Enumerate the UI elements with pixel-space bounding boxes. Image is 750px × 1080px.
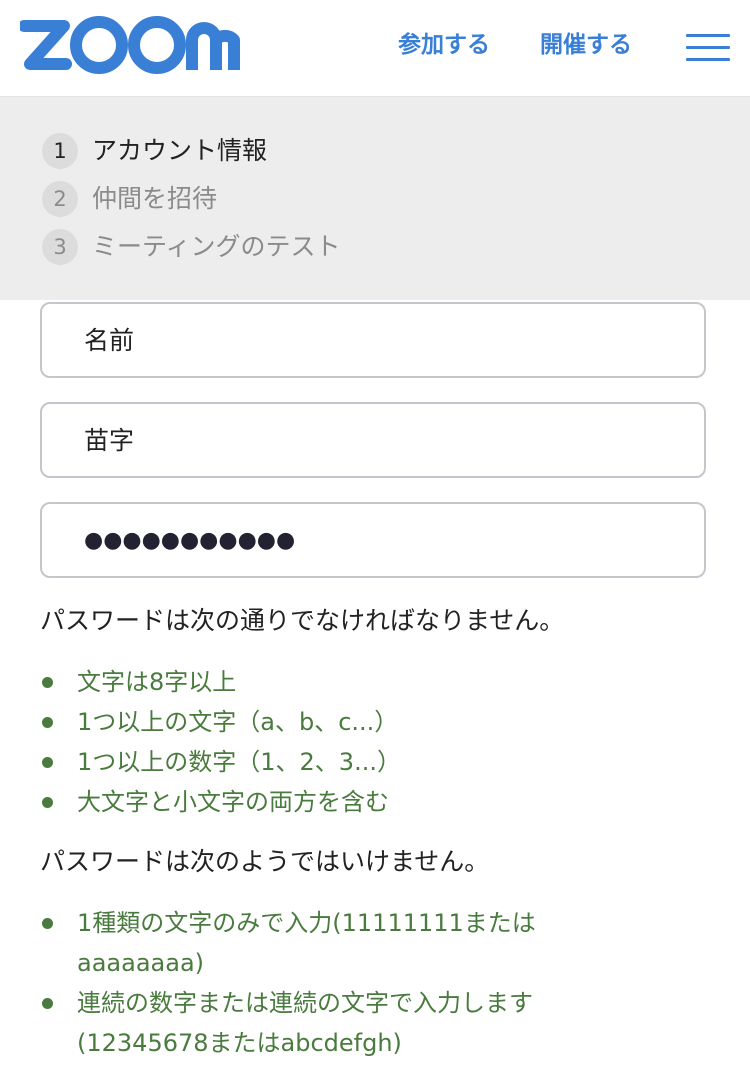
password-input[interactable]: ●●●●●●●●●●● [40, 502, 706, 578]
signup-steps: 1 アカウント情報 2 仲間を招待 3 ミーティングのテスト [0, 97, 750, 300]
list-item: 1種類の文字のみで入力(11111111またはaaaaaaaa) [40, 903, 620, 983]
last-name-value: 苗字 [84, 426, 135, 455]
requirement-text: 大文字と小文字の両方を含む [77, 788, 389, 816]
bullet-icon [42, 918, 53, 929]
step-label: アカウント情報 [92, 136, 268, 165]
step-number: 1 [42, 133, 78, 169]
top-header: 参加する 開催する [0, 0, 750, 97]
step-label: 仲間を招待 [92, 184, 218, 213]
list-item: 大文字と小文字の両方を含む [40, 782, 720, 822]
restriction-text: 連続の数字または連続の文字で入力します(12345678またはabcdefgh) [77, 989, 533, 1057]
first-name-value: 名前 [84, 326, 135, 355]
password-requirements-heading: パスワードは次の通りでなければなりません。 [40, 606, 565, 635]
requirement-text: 文字は8字以上 [77, 668, 237, 696]
list-item: 1つ以上の文字（a、b、c...） [40, 702, 720, 742]
hamburger-menu-icon[interactable] [686, 32, 730, 62]
host-meeting-link[interactable]: 開催する [540, 30, 632, 60]
last-name-input[interactable]: 苗字 [40, 402, 706, 478]
password-restrictions-heading: パスワードは次のようではいけません。 [40, 847, 490, 876]
bullet-icon [42, 717, 53, 728]
step-number: 2 [42, 181, 78, 217]
bullet-icon [42, 677, 53, 688]
list-item: 1つ以上の数字（1、2、3...） [40, 742, 720, 782]
requirement-text: 1つ以上の文字（a、b、c...） [77, 708, 399, 736]
list-item: 連続の数字または連続の文字で入力します(12345678またはabcdefgh) [40, 983, 620, 1063]
restriction-text: 1種類の文字のみで入力(11111111またはaaaaaaaa) [77, 909, 536, 977]
password-restrictions-list: 1種類の文字のみで入力(11111111またはaaaaaaaa) 連続の数字また… [40, 903, 620, 1063]
join-meeting-link[interactable]: 参加する [398, 30, 490, 60]
password-requirements-list: 文字は8字以上 1つ以上の文字（a、b、c...） 1つ以上の数字（1、2、3.… [40, 662, 720, 822]
bullet-icon [42, 998, 53, 1009]
zoom-logo[interactable] [20, 14, 242, 76]
password-masked-value: ●●●●●●●●●●● [84, 528, 296, 553]
step-number: 3 [42, 229, 78, 265]
bullet-icon [42, 757, 53, 768]
list-item: 文字は8字以上 [40, 662, 720, 702]
bullet-icon [42, 797, 53, 808]
first-name-input[interactable]: 名前 [40, 302, 706, 378]
requirement-text: 1つ以上の数字（1、2、3...） [77, 748, 401, 776]
step-label: ミーティングのテスト [92, 232, 341, 261]
